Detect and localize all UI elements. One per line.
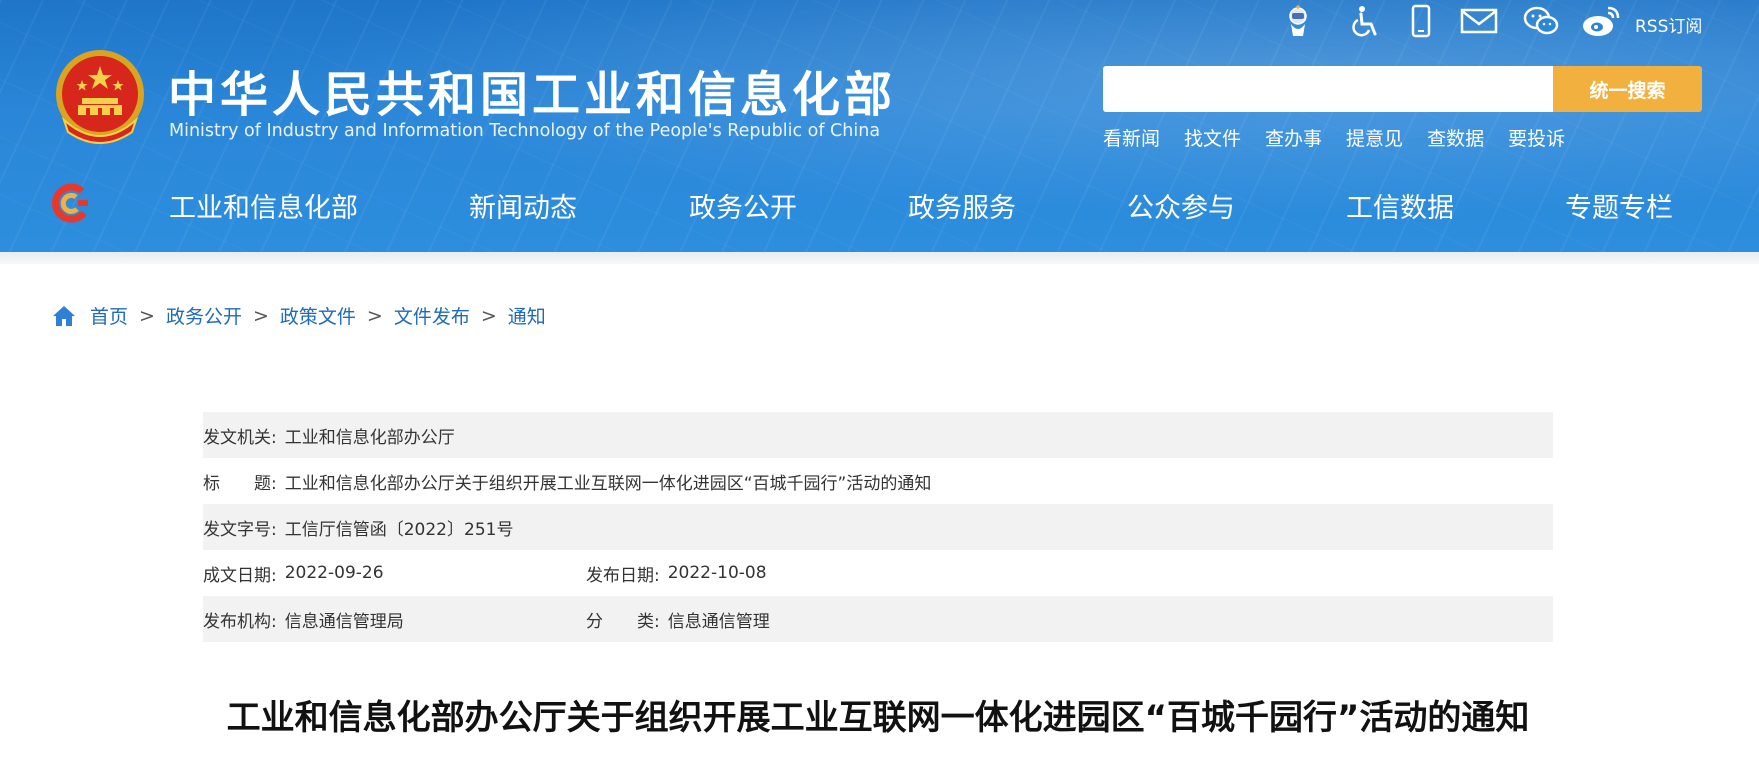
publish-date-cell: 发布日期: 2022-10-08	[586, 550, 767, 596]
meta-row-publisher: 发布机构: 信息通信管理局 分 类: 信息通信管理	[203, 596, 1553, 642]
category-label: 分 类:	[586, 611, 660, 632]
document-metadata-table: 发文机关: 工业和信息化部办公厅 标 题: 工业和信息化部办公厅关于组织开展工业…	[203, 412, 1553, 642]
category-value: 信息通信管理	[667, 611, 770, 632]
meta-row-title: 标 题: 工业和信息化部办公厅关于组织开展工业互联网一体化进园区“百城千园行”活…	[203, 458, 1553, 504]
breadcrumb-separator: >	[252, 304, 269, 327]
publish-date-label: 发布日期:	[586, 565, 660, 586]
document-title: 工业和信息化部办公厅关于组织开展工业互联网一体化进园区“百城千园行”活动的通知	[226, 698, 1530, 738]
quick-link-data[interactable]: 查数据	[1427, 124, 1484, 151]
title-label: 标 题:	[203, 473, 277, 494]
publisher-cell: 发布机构: 信息通信管理局	[203, 596, 404, 642]
accessibility-icon[interactable]	[1349, 4, 1383, 38]
breadcrumb-doc-release[interactable]: 文件发布	[394, 302, 470, 329]
publisher-label: 发布机构:	[203, 611, 277, 632]
doc-number-value: 工信厅信管函〔2022〕251号	[284, 519, 514, 540]
breadcrumb-separator: >	[366, 304, 383, 327]
doc-number-label: 发文字号:	[203, 519, 277, 540]
quick-links: 看新闻 找文件 查办事 提意见 查数据 要投诉	[1103, 124, 1589, 151]
ministry-logo-icon[interactable]	[48, 183, 92, 223]
nav-item-topics[interactable]: 专题专栏	[1565, 186, 1673, 225]
quick-link-news[interactable]: 看新闻	[1103, 124, 1160, 151]
site-title: 中华人民共和国工业和信息化部	[168, 67, 897, 123]
weibo-icon[interactable]	[1580, 4, 1622, 38]
publish-date-value: 2022-10-08	[667, 563, 767, 583]
nav-item-gov-services[interactable]: 政务服务	[908, 186, 1016, 225]
breadcrumb-home[interactable]: 首页	[90, 302, 128, 329]
breadcrumb: 首页 > 政务公开 > 政策文件 > 文件发布 > 通知	[52, 302, 546, 329]
breadcrumb-separator: >	[480, 304, 497, 327]
nav-item-participation[interactable]: 公众参与	[1127, 186, 1235, 225]
breadcrumb-policy-docs[interactable]: 政策文件	[280, 302, 356, 329]
category-cell: 分 类: 信息通信管理	[586, 596, 770, 642]
mail-icon[interactable]	[1460, 4, 1498, 38]
national-emblem-icon[interactable]	[52, 48, 148, 148]
issuer-value: 工业和信息化部办公厅	[284, 427, 455, 448]
quick-link-files[interactable]: 找文件	[1184, 124, 1241, 151]
site-header: 中华人民共和国工业和信息化部 Ministry of Industry and …	[0, 0, 1759, 252]
meta-row-dates: 成文日期: 2022-09-26 发布日期: 2022-10-08	[203, 550, 1553, 596]
breadcrumb-separator: >	[139, 304, 155, 327]
quick-link-complaint[interactable]: 要投诉	[1508, 124, 1565, 151]
nav-item-ministry[interactable]: 工业和信息化部	[169, 186, 358, 225]
title-value: 工业和信息化部办公厅关于组织开展工业互联网一体化进园区“百城千园行”活动的通知	[284, 473, 932, 494]
search-input[interactable]	[1103, 66, 1553, 112]
quick-link-services[interactable]: 查办事	[1265, 124, 1322, 151]
publisher-value: 信息通信管理局	[284, 611, 404, 632]
rss-link[interactable]: RSS订阅	[1635, 12, 1702, 37]
meta-row-doc-number: 发文字号: 工信厅信管函〔2022〕251号	[203, 504, 1553, 550]
home-icon[interactable]	[52, 305, 76, 327]
wechat-icon[interactable]	[1522, 4, 1560, 38]
mobile-icon[interactable]	[1404, 4, 1438, 38]
nav-item-gov-info[interactable]: 政务公开	[689, 186, 797, 225]
written-date-label: 成文日期:	[203, 565, 277, 586]
nav-item-data[interactable]: 工信数据	[1346, 186, 1454, 225]
written-date-value: 2022-09-26	[284, 563, 384, 583]
nav-item-news[interactable]: 新闻动态	[469, 186, 577, 225]
breadcrumb-gov-info[interactable]: 政务公开	[166, 302, 242, 329]
header-divider	[0, 252, 1759, 264]
quick-link-feedback[interactable]: 提意见	[1346, 124, 1403, 151]
breadcrumb-notice[interactable]: 通知	[508, 302, 546, 329]
search-button[interactable]: 统一搜索	[1553, 66, 1702, 112]
issuer-label: 发文机关:	[203, 427, 277, 448]
robot-icon[interactable]	[1281, 4, 1315, 38]
site-subtitle: Ministry of Industry and Information Tec…	[169, 121, 881, 141]
written-date-cell: 成文日期: 2022-09-26	[203, 550, 384, 596]
meta-row-issuer: 发文机关: 工业和信息化部办公厅	[203, 412, 1553, 458]
